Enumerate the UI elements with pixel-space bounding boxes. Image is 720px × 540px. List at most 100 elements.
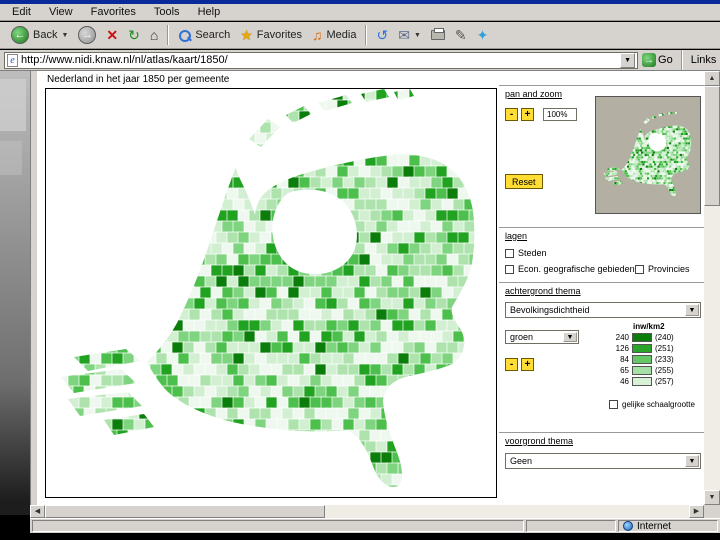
print-icon (430, 28, 445, 40)
mail-dropdown-icon[interactable]: ▼ (414, 32, 421, 39)
legend-row: 65 (255) (620, 366, 674, 375)
vertical-scrollbar[interactable]: ▲ ▼ (704, 71, 720, 505)
history-button[interactable]: ↺ (371, 26, 393, 44)
go-arrow-icon: → (642, 53, 657, 67)
palette-value: groen (510, 332, 534, 342)
edit-button[interactable]: ✎ (450, 26, 472, 44)
legend-row: 240 (240) (615, 333, 674, 342)
home-button[interactable]: ⌂ (145, 26, 163, 44)
media-button[interactable]: ♫ Media (307, 26, 361, 44)
messenger-button[interactable]: ✦ (472, 26, 494, 44)
vertical-scroll-thumb[interactable] (704, 86, 720, 206)
background-theme-value: Bevolkingsdichtheid (510, 305, 590, 315)
back-button[interactable]: ← Back ▼ (6, 24, 73, 46)
go-button[interactable]: → Go (642, 53, 673, 67)
horizontal-scroll-thumb[interactable] (45, 505, 325, 518)
content-frame (30, 71, 37, 505)
address-dropdown-icon[interactable]: ▼ (620, 52, 636, 68)
chevron-down-icon[interactable]: ▼ (685, 455, 699, 467)
econ-gebieden-checkbox[interactable] (505, 264, 514, 274)
legend-swatch (632, 333, 652, 342)
mail-button[interactable]: ✉ ▼ (393, 26, 426, 44)
history-icon: ↺ (376, 27, 389, 43)
zoom-in-button[interactable]: + (521, 108, 534, 121)
horizontal-scrollbar[interactable]: ◀ ▶ (30, 505, 704, 518)
scroll-down-icon[interactable]: ▼ (704, 490, 720, 505)
stop-button[interactable]: ✕ (101, 26, 123, 44)
background-window-strip (0, 71, 30, 515)
foreground-theme-header: voorgrond thema (505, 436, 574, 446)
palette-select[interactable]: groen ▼ (505, 330, 579, 344)
layer-steden-row: Steden (505, 248, 547, 258)
classes-plus-button[interactable]: + (521, 358, 534, 371)
messenger-icon: ✦ (476, 27, 489, 43)
pan-zoom-header: pan and zoom (505, 89, 563, 99)
favorites-button[interactable]: ★ Favorites (235, 26, 307, 44)
scrollbar-corner (704, 505, 720, 518)
background-theme-select[interactable]: Bevolkingsdichtheid ▼ (505, 302, 701, 318)
zoom-level-value[interactable]: 100% (543, 108, 577, 121)
menu-help[interactable]: Help (198, 6, 221, 18)
address-input[interactable]: e http://www.nidi.knaw.nl/nl/atlas/kaart… (4, 51, 639, 69)
equal-scale-checkbox[interactable] (609, 400, 618, 409)
equal-scale-row: gelijke schaalgrootte (609, 400, 695, 409)
status-bar: Internet (30, 518, 720, 533)
scroll-right-icon[interactable]: ▶ (689, 505, 704, 518)
refresh-button[interactable]: ↻ (123, 26, 145, 44)
menu-bar: Edit View Favorites Tools Help (0, 4, 720, 21)
address-bar: e http://www.nidi.knaw.nl/nl/atlas/kaart… (0, 50, 720, 71)
edit-pencil-icon: ✎ (454, 27, 467, 43)
stop-icon: ✕ (106, 27, 119, 43)
mail-icon: ✉ (398, 27, 410, 43)
zoom-out-button[interactable]: - (505, 108, 518, 121)
provincies-checkbox[interactable] (635, 264, 644, 274)
search-label: Search (195, 29, 231, 41)
back-dropdown-icon[interactable]: ▼ (61, 32, 68, 39)
favorites-star-icon: ★ (240, 27, 253, 43)
foreground-theme-value: Geen (510, 456, 533, 466)
layer-econ-row: Econ. geografische gebieden (505, 264, 635, 274)
back-label: Back (33, 29, 58, 41)
status-progress-pane (526, 520, 616, 532)
menu-view[interactable]: View (49, 6, 73, 18)
go-label: Go (658, 54, 673, 66)
back-icon: ← (11, 26, 29, 44)
scroll-left-icon[interactable]: ◀ (30, 505, 45, 518)
legend-row: 46 (257) (620, 377, 674, 386)
map-container (45, 88, 497, 498)
netherlands-choropleth-map[interactable] (46, 89, 496, 496)
menu-edit[interactable]: Edit (12, 6, 31, 18)
address-separator (680, 50, 683, 70)
toolbar-separator (167, 25, 170, 45)
legend-row: 126 (251) (615, 344, 674, 353)
equal-scale-label: gelijke schaalgrootte (622, 400, 695, 409)
legend: inw/km2 240 (240) 126 (251) 84 (233) 65 … (607, 322, 702, 386)
search-button[interactable]: Search (173, 27, 235, 44)
scroll-up-icon[interactable]: ▲ (704, 71, 720, 86)
security-zone-pane: Internet (618, 520, 718, 532)
favorites-label: Favorites (256, 29, 303, 41)
zone-label: Internet (637, 520, 671, 532)
menu-tools[interactable]: Tools (154, 6, 180, 18)
background-theme-header: achtergrond thema (505, 286, 581, 296)
chevron-down-icon[interactable]: ▼ (563, 332, 577, 342)
print-button[interactable] (426, 28, 450, 42)
refresh-icon: ↻ (128, 27, 140, 43)
page-content: Nederland in het jaar 1850 per gemeente (37, 71, 704, 505)
reset-button[interactable]: Reset (505, 174, 543, 189)
legend-swatch (632, 377, 652, 386)
econ-gebieden-label: Econ. geografische gebieden (518, 264, 635, 274)
forward-icon: → (78, 26, 97, 44)
address-url[interactable]: http://www.nidi.knaw.nl/nl/atlas/kaart/1… (21, 54, 228, 66)
media-label: Media (326, 29, 357, 41)
forward-button[interactable]: → (73, 24, 101, 46)
menu-favorites[interactable]: Favorites (91, 6, 136, 18)
classes-minus-button[interactable]: - (505, 358, 518, 371)
legend-unit: inw/km2 (633, 322, 665, 331)
legend-swatch (632, 344, 652, 353)
overview-map[interactable] (595, 96, 701, 214)
links-label[interactable]: Links (691, 54, 716, 66)
foreground-theme-select[interactable]: Geen ▼ (505, 453, 701, 469)
chevron-down-icon[interactable]: ▼ (685, 304, 699, 316)
steden-checkbox[interactable] (505, 248, 514, 258)
